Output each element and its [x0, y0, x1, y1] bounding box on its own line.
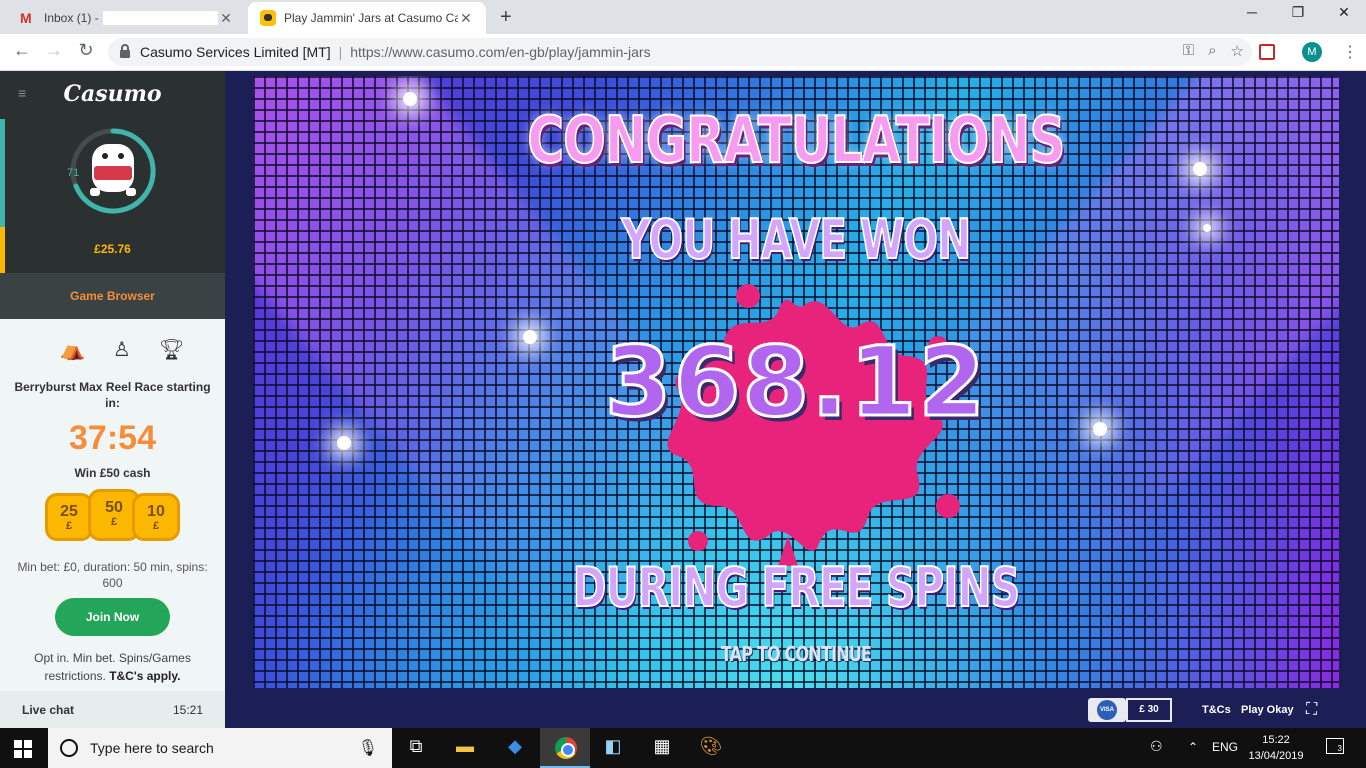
- during-free-spins-text: DURING FREE SPINS: [572, 555, 1021, 620]
- close-tab-icon[interactable]: ✕: [218, 10, 234, 27]
- play-okay-link[interactable]: Play Okay: [1241, 704, 1294, 716]
- join-now-button[interactable]: Join Now: [55, 598, 170, 636]
- visa-quick-deposit[interactable]: VISA: [1088, 698, 1126, 722]
- omnibox-actions: ⚿ ⌕ ☆: [1183, 42, 1244, 60]
- redacted-block: [102, 11, 218, 26]
- panel-tabs: ⛺ ♙ 🏆︎: [60, 337, 184, 362]
- restore-icon[interactable]: ❐: [1278, 4, 1318, 21]
- key-icon[interactable]: ⚿: [1183, 42, 1194, 60]
- race-prize: Win £50 cash: [74, 466, 151, 480]
- tab-title: Play Jammin' Jars at Casumo Cas: [284, 11, 458, 25]
- taskbar-clock[interactable]: 15:22 13/04/2019: [1240, 732, 1312, 764]
- game-canvas[interactable]: CONGRATULATIONS YOU HAVE WON 368.12 DURI…: [253, 76, 1339, 688]
- close-tab-icon[interactable]: ✕: [458, 10, 474, 27]
- live-chat-label: Live chat: [22, 703, 75, 717]
- tap-to-continue[interactable]: TAP TO CONTINUE: [362, 642, 1231, 666]
- browser-tab-strip: M Inbox (1) - ✕ Play Jammin' Jars at Cas…: [0, 0, 1366, 34]
- live-chat-time: 15:21: [172, 703, 203, 717]
- tournament-eye-icon[interactable]: ⛺: [60, 337, 85, 362]
- browser-menu-icon[interactable]: ⋮: [1342, 42, 1358, 62]
- lock-icon: [120, 44, 130, 58]
- game-browser-button[interactable]: Game Browser: [0, 273, 225, 319]
- input-language[interactable]: ENG: [1212, 740, 1238, 754]
- profile-avatar[interactable]: M: [1302, 42, 1322, 62]
- prize-coin: 25 £: [45, 493, 93, 541]
- chrome-icon[interactable]: [555, 737, 577, 759]
- account-balance[interactable]: £25.76: [0, 242, 225, 256]
- address-bar[interactable]: Casumo Services Limited [MT] | https://w…: [108, 38, 1252, 66]
- store-icon[interactable]: ◆: [502, 736, 528, 760]
- task-view-icon[interactable]: ⧉: [403, 736, 429, 760]
- extension-icon[interactable]: [1259, 44, 1275, 60]
- sparkle: [1203, 224, 1211, 232]
- fullscreen-icon[interactable]: ⛶: [1306, 702, 1324, 720]
- tray-chevron-icon[interactable]: ⌃: [1188, 740, 1198, 754]
- you-have-won-text: YOU HAVE WON: [621, 207, 972, 272]
- search-placeholder: Type here to search: [90, 740, 214, 756]
- tab-title: Inbox (1) -: [44, 10, 99, 25]
- deposit-amount-button[interactable]: £ 30: [1126, 698, 1172, 722]
- cortana-icon: [60, 739, 78, 757]
- optin-terms: Opt in. Min bet. Spins/Games restriction…: [34, 651, 191, 683]
- close-window-icon[interactable]: ✕: [1324, 4, 1364, 21]
- visa-icon: VISA: [1097, 700, 1117, 720]
- congratulations-headline: CONGRATULATIONS: [527, 103, 1067, 179]
- file-explorer-icon[interactable]: ▬: [452, 736, 478, 760]
- casumo-logo[interactable]: Casumo: [0, 81, 225, 107]
- sparkle: [337, 436, 351, 450]
- paint-icon[interactable]: 🎨︎: [698, 736, 724, 760]
- tab-gmail-inbox[interactable]: M Inbox (1) - ✕: [8, 2, 246, 34]
- race-countdown: 37:54: [69, 419, 156, 457]
- reel-race-panel: ⛺ ♙ 🏆︎ Berryburst Max Reel Race starting…: [0, 319, 225, 691]
- race-rules: Min bet: £0, duration: 50 min, spins: 60…: [17, 560, 208, 590]
- browser-toolbar: ← → ↻ Casumo Services Limited [MT] | htt…: [0, 34, 1366, 71]
- reel-race-title: Berryburst Max Reel Race starting in:: [14, 380, 211, 410]
- taskbar-search[interactable]: Type here to search 🎙︎: [48, 728, 392, 768]
- tcs-link[interactable]: T&Cs: [1202, 704, 1231, 716]
- clock-date: 13/04/2019: [1248, 750, 1304, 762]
- player-level: 71: [67, 167, 80, 179]
- windows-start-icon[interactable]: [14, 740, 32, 758]
- player-pawn-icon[interactable]: ♙: [113, 337, 131, 362]
- site-identity: Casumo Services Limited [MT]: [140, 44, 331, 60]
- url-text: https://www.casumo.com/en-gb/play/jammin…: [350, 44, 651, 60]
- terms-link[interactable]: T&C's apply.: [109, 669, 180, 683]
- notes-icon[interactable]: ◧: [600, 736, 626, 760]
- bookmark-star-icon[interactable]: ☆: [1231, 42, 1244, 60]
- back-arrow-icon[interactable]: ←: [10, 40, 34, 61]
- notification-center-icon[interactable]: 3: [1326, 738, 1344, 754]
- casumo-favicon-icon: [260, 10, 276, 26]
- game-footer: VISA £ 30 T&Cs Play Okay ⛶: [225, 694, 1366, 728]
- new-tab-plus-icon[interactable]: +: [500, 6, 512, 29]
- gmail-icon: M: [20, 10, 32, 26]
- win-amount: 368.12: [603, 325, 988, 440]
- minimize-icon[interactable]: ─: [1232, 4, 1272, 20]
- live-chat-bar[interactable]: Live chat 15:21: [0, 691, 225, 728]
- prize-coin: 10 £: [132, 493, 180, 541]
- sidebar-accent-stripe: [0, 119, 5, 227]
- trophy-icon[interactable]: 🏆︎: [159, 337, 184, 362]
- windows-taskbar: Type here to search 🎙︎ ⧉ ▬ ◆ ◧ ▦ 🎨︎ ⚇ ⌃ …: [0, 728, 1366, 768]
- calculator-icon[interactable]: ▦: [649, 736, 675, 760]
- clock-time: 15:22: [1262, 734, 1290, 746]
- address-separator: |: [338, 44, 343, 60]
- casumo-sidebar: ≡ Casumo 71 £25.76 Game Browser ⛺ ♙ 🏆︎ B…: [0, 71, 225, 728]
- reload-icon[interactable]: ↻: [74, 40, 98, 61]
- tab-casumo-jammin-jars[interactable]: Play Jammin' Jars at Casumo Cas ✕: [248, 2, 486, 34]
- people-icon[interactable]: ⚇: [1150, 738, 1163, 755]
- zoom-icon[interactable]: ⌕: [1208, 42, 1216, 60]
- forward-arrow-icon[interactable]: →: [42, 40, 66, 61]
- player-avatar[interactable]: [68, 126, 158, 216]
- microphone-icon[interactable]: 🎙︎: [358, 738, 378, 758]
